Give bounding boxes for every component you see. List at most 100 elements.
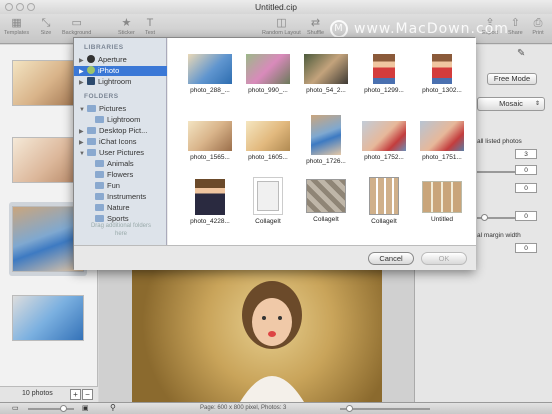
photo-thumbnail xyxy=(311,115,341,155)
strip-photo[interactable] xyxy=(12,295,84,341)
background-icon: ▭ xyxy=(71,17,82,29)
media-photo[interactable]: photo_1299... xyxy=(355,54,413,94)
photo-caption: photo_54_2... xyxy=(306,87,346,94)
all-listed-label: all listed photos xyxy=(477,138,522,145)
photo-caption: CollageIt xyxy=(371,218,397,225)
source-aperture[interactable]: ▶ Aperture xyxy=(74,55,167,65)
sticker-icon: ★ xyxy=(121,17,132,29)
disclosure-triangle-icon[interactable]: ▶ xyxy=(79,78,87,87)
libraries-header: LIBRARIES xyxy=(84,44,124,51)
disclosure-triangle-icon[interactable]: ▼ xyxy=(79,149,87,158)
disclosure-triangle-icon[interactable]: ▶ xyxy=(79,138,87,147)
photo-count: 10 photos xyxy=(22,390,53,397)
media-photo[interactable]: photo_1302... xyxy=(413,54,471,94)
media-photo[interactable]: photo_1726... xyxy=(297,115,355,165)
free-mode-button[interactable]: Free Mode xyxy=(487,73,537,85)
media-source-list: LIBRARIES ▶ Aperture ▶ iPhoto ▶ Lightroom F… xyxy=(74,38,167,245)
toolbar-templates-button[interactable]: ▦ Templates xyxy=(4,17,29,36)
tools-icon[interactable]: ✎ xyxy=(517,48,525,59)
toolbar-sticker-button[interactable]: ★ Sticker xyxy=(118,17,135,36)
folder-fun[interactable]: Fun xyxy=(74,181,167,191)
girl-portrait-illustration xyxy=(240,281,304,402)
folder-user-pictures[interactable]: ▼ User Pictures xyxy=(74,148,167,158)
thumb-size-knob[interactable] xyxy=(60,405,67,412)
thumb-size-slider[interactable] xyxy=(28,408,74,410)
margin-width-stepper[interactable]: 0 xyxy=(515,243,537,253)
zoom-window-button[interactable] xyxy=(27,3,35,11)
folder-pictures[interactable]: ▼ Pictures xyxy=(74,104,167,114)
lightroom-icon xyxy=(87,77,95,85)
slider-knob[interactable] xyxy=(481,214,488,221)
canvas-zoom-slider[interactable] xyxy=(340,408,430,410)
disclosure-triangle-icon[interactable]: ▶ xyxy=(79,67,87,76)
photo-thumbnail xyxy=(373,54,395,84)
close-window-button[interactable] xyxy=(5,3,13,11)
media-photo[interactable]: photo_4228... xyxy=(181,179,239,225)
media-browser-footer: Cancel OK xyxy=(74,245,476,270)
media-photo[interactable]: CollageIt xyxy=(239,177,297,225)
media-photo[interactable]: photo_54_2... xyxy=(297,54,355,94)
folder-icon xyxy=(95,171,104,178)
folder-ichat-icons[interactable]: ▶ iChat Icons xyxy=(74,137,167,147)
canvas-zoom-knob[interactable] xyxy=(346,405,353,412)
share-icon: ⇧ xyxy=(510,17,520,29)
iphoto-icon xyxy=(87,66,95,74)
folder-desktop-pictures[interactable]: ▶ Desktop Pict... xyxy=(74,126,167,136)
border-stepper[interactable]: 0 xyxy=(515,211,537,221)
media-photo[interactable]: CollageIt xyxy=(297,179,355,223)
toolbar-background-button[interactable]: ▭ Background xyxy=(62,17,91,36)
toolbar-size-button[interactable]: ⤡ Size xyxy=(40,17,52,36)
ok-button[interactable]: OK xyxy=(421,252,467,265)
photo-thumbnail xyxy=(188,54,232,84)
media-photo[interactable]: photo_1605... xyxy=(239,121,297,161)
toolbar-share-button[interactable]: ⇧ Share xyxy=(508,17,523,36)
text-icon: T xyxy=(146,17,154,29)
toolbar-random-layout-button[interactable]: ◫ Random Layout xyxy=(262,17,301,36)
watermark-logo-icon: M xyxy=(330,20,348,38)
photo-caption: photo_1726... xyxy=(306,158,346,165)
media-photo[interactable]: photo_1751... xyxy=(413,121,471,161)
margin-stepper[interactable]: 3 xyxy=(515,149,537,159)
disclosure-triangle-icon[interactable]: ▶ xyxy=(79,127,87,136)
photo-caption: CollageIt xyxy=(313,216,339,223)
add-photo-button[interactable]: + xyxy=(70,389,81,400)
media-photo[interactable]: photo_1565... xyxy=(181,121,239,161)
toolbar-text-button[interactable]: T Text xyxy=(144,17,156,36)
folder-animals[interactable]: Animals xyxy=(74,159,167,169)
media-photo[interactable]: Untitled xyxy=(413,181,471,223)
media-photo-grid: photo_288_... photo_990_... photo_54_2..… xyxy=(168,38,476,245)
collage-photo[interactable] xyxy=(132,270,382,402)
source-lightroom[interactable]: ▶ Lightroom xyxy=(74,77,167,87)
cancel-button[interactable]: Cancel xyxy=(368,252,414,265)
folder-instruments[interactable]: Instruments xyxy=(74,192,167,202)
collage-thumbnail xyxy=(369,177,399,215)
source-iphoto[interactable]: ▶ iPhoto xyxy=(74,66,167,76)
photo-caption: CollageIt xyxy=(255,218,281,225)
photo-caption: photo_1605... xyxy=(248,154,288,161)
padding-stepper[interactable]: 0 xyxy=(515,183,537,193)
media-photo[interactable]: photo_1752... xyxy=(355,121,413,161)
disclosure-triangle-icon[interactable]: ▼ xyxy=(79,105,87,114)
photo-caption: Untitled xyxy=(430,216,454,223)
watermark: Mwww.MacDown.com xyxy=(330,20,509,38)
layout-select[interactable]: Mosaic ⇕ xyxy=(477,97,545,111)
photo-caption: photo_990_... xyxy=(248,87,288,94)
media-photo[interactable]: photo_990_... xyxy=(239,54,297,94)
minimize-window-button[interactable] xyxy=(16,3,24,11)
size-icon: ⤡ xyxy=(41,17,51,29)
folder-lightroom[interactable]: Lightroom xyxy=(74,115,167,125)
folder-icon xyxy=(95,160,104,167)
aperture-icon xyxy=(87,55,95,63)
media-photo[interactable]: CollageIt xyxy=(355,177,413,225)
disclosure-triangle-icon[interactable]: ▶ xyxy=(79,56,87,65)
toolbar-shuffle-button[interactable]: ⇄ Shuffle xyxy=(307,17,324,36)
folder-nature[interactable]: Nature xyxy=(74,203,167,213)
folder-icon xyxy=(95,204,104,211)
toolbar-print-button[interactable]: ⎙ Print xyxy=(532,17,544,36)
folder-flowers[interactable]: Flowers xyxy=(74,170,167,180)
magnifier-icon[interactable]: ⚲ xyxy=(110,403,116,412)
photo-thumbnail xyxy=(195,179,225,215)
spacing-stepper[interactable]: 0 xyxy=(515,165,537,175)
remove-photo-button[interactable]: − xyxy=(82,389,93,400)
media-photo[interactable]: photo_288_... xyxy=(181,54,239,94)
